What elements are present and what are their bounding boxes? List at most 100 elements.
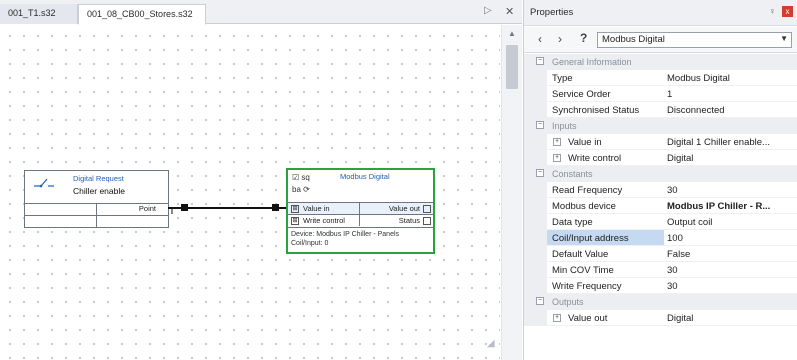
control-row: ⊞ Write control Status (288, 214, 433, 226)
property-name: Write Frequency (552, 281, 622, 292)
expand-icon[interactable]: + (553, 154, 561, 162)
collapse-icon[interactable]: − (536, 169, 544, 177)
block-sync-icon: ba ⟳ (292, 185, 310, 194)
value-in-input[interactable]: ⊞ Value in (288, 203, 360, 214)
property-row[interactable]: Modbus device Modbus IP Chiller - R... (524, 198, 797, 214)
property-row[interactable]: + Write control Digital (524, 150, 797, 166)
property-value[interactable]: 1 (667, 89, 795, 100)
forward-arrow-icon[interactable]: › (558, 32, 562, 46)
property-value[interactable]: Modbus IP Chiller - R... (667, 201, 795, 212)
document-tab-bar: 001_T1.s32 001_08_CB00_Stores.s32 ▷ ✕ (0, 0, 522, 25)
category-label: Outputs (552, 297, 584, 307)
property-row[interactable]: + Value out Digital (524, 310, 797, 326)
property-row[interactable]: Type Modbus Digital (524, 70, 797, 86)
property-row[interactable]: Write Frequency 30 (524, 278, 797, 294)
property-name: Service Order (552, 89, 611, 100)
row-gutter (524, 86, 547, 102)
vertical-scrollbar[interactable]: ▲ (501, 25, 522, 360)
property-row-selected[interactable]: Coil/Input address 100 (524, 230, 797, 246)
property-value[interactable]: 100 (667, 233, 795, 244)
block-io-row: Point (25, 203, 168, 215)
row-gutter (524, 246, 547, 262)
block-status-icon: ☑ sq (292, 173, 310, 182)
input-cell (25, 204, 97, 215)
category-general-information[interactable]: − General Information (524, 54, 797, 70)
modbus-digital-block[interactable]: ☑ sq ba ⟳ Modbus Digital ⊞ Value in Valu… (286, 168, 435, 254)
property-value[interactable]: Digital (667, 313, 795, 324)
block-title: Modbus Digital (340, 172, 390, 181)
property-row[interactable]: Service Order 1 (524, 86, 797, 102)
property-value[interactable]: Disconnected (667, 105, 795, 116)
row-gutter (524, 70, 547, 86)
output-port-icon (423, 217, 431, 225)
tab-001-08-cb00-stores[interactable]: 001_08_CB00_Stores.s32 (78, 4, 206, 25)
write-control-label: Write control (303, 216, 345, 225)
digital-request-block[interactable]: Digital Request Chiller enable Point (24, 170, 169, 228)
block-footer-row (25, 215, 168, 228)
expand-icon[interactable]: + (553, 314, 561, 322)
close-panel-icon[interactable]: x (782, 6, 793, 17)
property-value[interactable]: 30 (667, 185, 795, 196)
scrollbar-thumb[interactable] (506, 45, 518, 89)
property-row[interactable]: Read Frequency 30 (524, 182, 797, 198)
properties-toolbar: ‹ › ? Modbus Digital ▼ (524, 27, 797, 53)
resize-grip-icon[interactable]: ◢ (487, 338, 499, 350)
connection-wire[interactable] (168, 200, 288, 214)
collapse-icon[interactable]: − (536, 121, 544, 129)
property-name: Value in (568, 137, 602, 148)
property-value[interactable]: Digital 1 Chiller enable... (667, 137, 795, 148)
property-value[interactable]: Output coil (667, 217, 795, 228)
property-value[interactable]: Digital (667, 153, 795, 164)
write-control-input[interactable]: ⊞ Write control (288, 215, 360, 226)
scroll-up-icon[interactable]: ▲ (508, 29, 516, 38)
input-port-icon: ⊞ (291, 205, 299, 213)
input-port-icon: ⊞ (291, 217, 299, 225)
status-output[interactable]: Status (360, 215, 433, 226)
property-value[interactable]: 30 (667, 265, 795, 276)
output-point-label[interactable]: Point (97, 204, 168, 215)
category-label: Inputs (552, 121, 577, 131)
expand-icon[interactable]: + (553, 138, 561, 146)
property-name: Coil/Input address (547, 230, 664, 245)
property-value[interactable]: Modbus Digital (667, 73, 795, 84)
back-arrow-icon[interactable]: ‹ (538, 32, 542, 46)
coil-input-text: Coil/Input: 0 (291, 240, 329, 247)
chevron-down-icon[interactable]: ▼ (780, 34, 788, 43)
value-row: ⊞ Value in Value out (288, 202, 433, 214)
row-gutter (524, 262, 547, 278)
block-name: Chiller enable (73, 186, 125, 196)
collapse-icon[interactable]: − (536, 57, 544, 65)
help-icon[interactable]: ? (580, 31, 587, 45)
value-in-label: Value in (303, 204, 330, 213)
category-label: General Information (552, 57, 632, 67)
property-value[interactable]: False (667, 249, 795, 260)
category-constants[interactable]: − Constants (524, 166, 797, 182)
device-text: Device: Modbus IP Chiller - Panels (291, 231, 400, 238)
property-row[interactable]: + Value in Digital 1 Chiller enable... (524, 134, 797, 150)
selected-object-label: Modbus Digital (602, 34, 665, 45)
object-select[interactable]: Modbus Digital ▼ (597, 32, 792, 48)
property-value[interactable]: 30 (667, 281, 795, 292)
property-name: Synchronised Status (552, 105, 640, 116)
close-tab-icon[interactable]: ✕ (505, 5, 514, 18)
toggle-switch-icon (33, 175, 55, 191)
category-label: Constants (552, 169, 593, 179)
property-row[interactable]: Min COV Time 30 (524, 262, 797, 278)
property-row[interactable]: Default Value False (524, 246, 797, 262)
property-name: Data type (552, 217, 593, 228)
property-row[interactable]: Data type Output coil (524, 214, 797, 230)
tab-001-t1[interactable]: 001_T1.s32 (0, 4, 78, 24)
tab-scroll-right-icon[interactable]: ▷ (484, 5, 492, 16)
value-out-label: Value out (388, 204, 420, 213)
row-gutter (524, 198, 547, 214)
category-inputs[interactable]: − Inputs (524, 118, 797, 134)
collapse-icon[interactable]: − (536, 297, 544, 305)
category-outputs[interactable]: − Outputs (524, 294, 797, 310)
pin-icon[interactable]: ♀ (769, 6, 776, 16)
block-footer: Device: Modbus IP Chiller - Panels Coil/… (288, 227, 433, 252)
value-out-output[interactable]: Value out (360, 203, 433, 214)
row-gutter (524, 214, 547, 230)
property-name: Read Frequency (552, 185, 623, 196)
property-row[interactable]: Synchronised Status Disconnected (524, 102, 797, 118)
property-grid: − General Information Type Modbus Digita… (524, 54, 797, 326)
